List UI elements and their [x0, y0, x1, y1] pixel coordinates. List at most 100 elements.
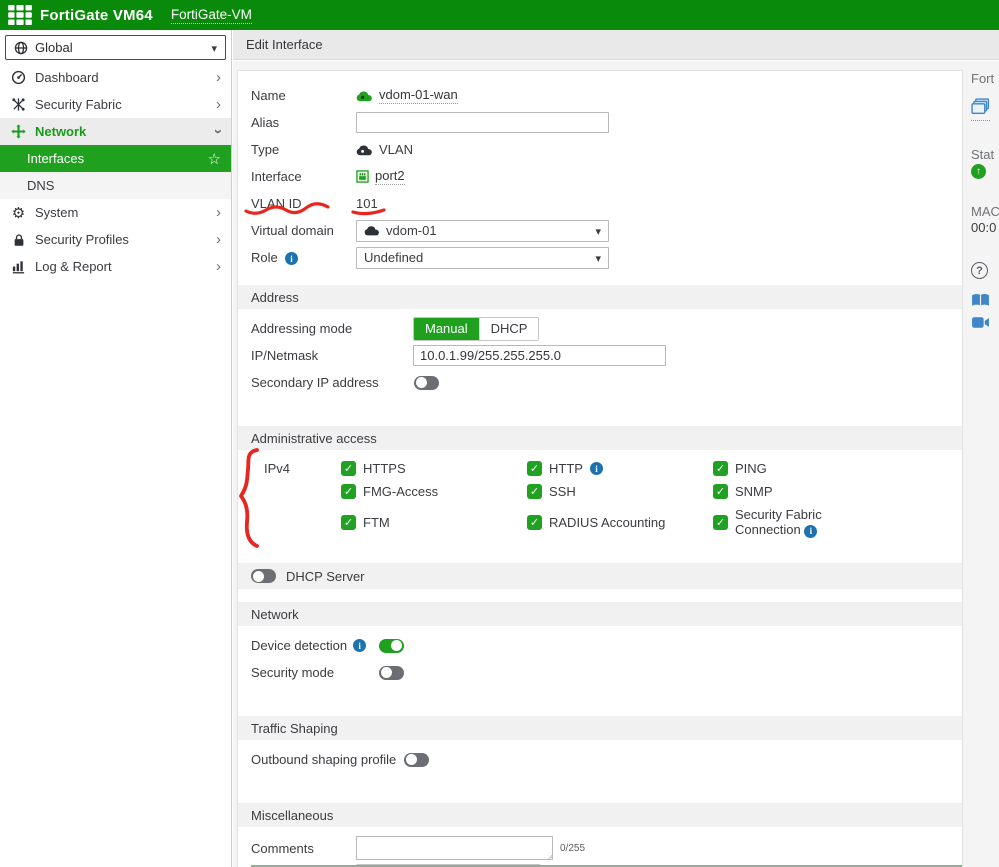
checkbox-checked-icon[interactable]	[713, 461, 728, 476]
chevron-down-icon	[595, 223, 601, 238]
sidebar-item-label: DNS	[27, 178, 54, 193]
comments-textarea[interactable]	[356, 836, 553, 860]
dhcp-server-toggle[interactable]	[251, 569, 276, 583]
vlan-cloud-dark-icon	[356, 144, 373, 156]
section-header-admin-access: Administrative access	[238, 426, 962, 450]
fortigate-edit-interface-page: FortiGate VM64 FortiGate-VM Global Dashb…	[0, 0, 999, 867]
comments-row: Comments 0/255	[251, 833, 950, 863]
chevron-down-icon	[211, 129, 226, 134]
type-value: VLAN	[379, 142, 413, 157]
comments-label: Comments	[251, 841, 356, 856]
device-detection-label: Device detection	[251, 638, 379, 653]
checkbox-checked-icon[interactable]	[341, 484, 356, 499]
sidebar-item-security-profiles[interactable]: Security Profiles	[0, 226, 231, 253]
bar-chart-icon	[10, 259, 27, 274]
sidebar-item-label: Log & Report	[35, 259, 112, 274]
info-icon[interactable]	[353, 639, 366, 652]
info-icon[interactable]	[804, 525, 817, 538]
checkbox-checked-icon[interactable]	[527, 461, 542, 476]
addressing-mode-dhcp-button[interactable]: DHCP	[479, 318, 539, 340]
admin-access-snmp[interactable]: SNMP	[713, 480, 899, 503]
security-mode-row: Security mode	[251, 659, 950, 686]
sidebar-item-security-fabric[interactable]: Security Fabric	[0, 91, 231, 118]
video-tutorial-camera-icon[interactable]	[971, 316, 990, 332]
section-header-network: Network	[238, 602, 962, 626]
admin-access-ping[interactable]: PING	[713, 457, 899, 480]
checkbox-checked-icon[interactable]	[527, 515, 542, 530]
checkbox-checked-icon[interactable]	[341, 461, 356, 476]
lock-icon	[10, 233, 27, 247]
sidebar-item-interfaces[interactable]: Interfaces	[0, 145, 231, 172]
sidebar-item-dashboard[interactable]: Dashboard	[0, 64, 231, 91]
port-icon	[356, 170, 369, 183]
admin-access-security-fabric[interactable]: Security Fabric Connection	[713, 503, 899, 541]
status-up-icon	[971, 164, 986, 179]
vdom-selector[interactable]: Global	[5, 35, 226, 60]
sidebar-item-label: Interfaces	[27, 151, 84, 166]
device-detection-row: Device detection	[251, 632, 950, 659]
section-header-miscellaneous: Miscellaneous	[238, 803, 962, 827]
sidebar-item-network[interactable]: Network	[0, 118, 231, 145]
sidebar-item-label: Dashboard	[35, 70, 99, 85]
security-mode-toggle[interactable]	[379, 666, 404, 680]
device-detection-toggle[interactable]	[379, 639, 404, 653]
mac-panel-label: MAC	[971, 204, 999, 219]
addressing-mode-manual-button[interactable]: Manual	[414, 318, 479, 340]
checkbox-checked-icon[interactable]	[713, 515, 728, 530]
checkbox-checked-icon[interactable]	[713, 484, 728, 499]
sidebar: Global Dashboard Security Fabric Network	[0, 30, 232, 867]
interface-value-link[interactable]: port2	[375, 168, 405, 185]
sidebar-item-dns[interactable]: DNS	[0, 172, 231, 199]
admin-access-ssh[interactable]: SSH	[527, 480, 713, 503]
admin-access-radius[interactable]: RADIUS Accounting	[527, 503, 713, 541]
admin-access-col2: HTTP SSH RADIUS Accounting	[527, 457, 713, 541]
alias-input[interactable]	[356, 112, 609, 133]
gear-icon	[10, 204, 27, 222]
addressing-mode-segment: Manual DHCP	[413, 317, 539, 341]
type-row: Type VLAN	[251, 136, 950, 163]
online-help-book-icon[interactable]	[971, 293, 990, 311]
dhcp-server-band: DHCP Server	[238, 563, 962, 589]
admin-access-fmg[interactable]: FMG-Access	[341, 480, 527, 503]
sidebar-item-label: Network	[35, 124, 86, 139]
mac-panel-value: 00:0	[971, 220, 996, 235]
right-info-panel: Fort Stat MAC 00:0	[964, 61, 999, 867]
page-title: Edit Interface	[246, 37, 323, 52]
virtual-domain-select[interactable]: vdom-01	[356, 220, 609, 242]
device-model-title: FortiGate VM64	[40, 7, 153, 24]
interface-row: Interface port2	[251, 163, 950, 190]
hostname-link[interactable]: FortiGate-VM	[171, 7, 252, 24]
ip-netmask-input[interactable]	[413, 345, 666, 366]
sidebar-item-log-report[interactable]: Log & Report	[0, 253, 231, 280]
chevron-right-icon	[216, 97, 221, 112]
name-value-link[interactable]: vdom-01-wan	[379, 87, 458, 104]
admin-access-http[interactable]: HTTP	[527, 457, 713, 480]
vlan-id-value: 101	[356, 196, 378, 211]
vdom-selector-value: Global	[35, 40, 211, 55]
checkbox-checked-icon[interactable]	[527, 484, 542, 499]
secondary-ip-toggle[interactable]	[414, 376, 439, 390]
admin-access-ftm[interactable]: FTM	[341, 503, 527, 541]
references-icon[interactable]	[971, 98, 990, 121]
info-icon[interactable]	[590, 462, 603, 475]
device-panel-label: Fort	[971, 71, 994, 86]
help-icon[interactable]	[971, 262, 988, 279]
favorite-star-icon[interactable]	[208, 150, 221, 168]
info-icon[interactable]	[285, 252, 298, 265]
admin-access-https[interactable]: HTTPS	[341, 457, 527, 480]
security-mode-label: Security mode	[251, 665, 379, 680]
role-row: Role Undefined	[251, 244, 950, 271]
addressing-mode-row: Addressing mode Manual DHCP	[251, 315, 950, 342]
sidebar-item-system[interactable]: System	[0, 199, 231, 226]
sidebar-item-label: Security Fabric	[35, 97, 122, 112]
role-label: Role	[251, 250, 356, 266]
content-area: Name vdom-01-wan Alias Type VLAN Interfa…	[233, 61, 999, 867]
vlan-id-label: VLAN ID	[251, 196, 356, 211]
outbound-shaping-toggle[interactable]	[404, 753, 429, 767]
ip-netmask-row: IP/Netmask	[251, 342, 950, 369]
checkbox-checked-icon[interactable]	[341, 515, 356, 530]
alias-label: Alias	[251, 115, 356, 130]
role-select[interactable]: Undefined	[356, 247, 609, 269]
section-header-traffic-shaping: Traffic Shaping	[238, 716, 962, 740]
secondary-ip-label: Secondary IP address	[251, 375, 414, 390]
